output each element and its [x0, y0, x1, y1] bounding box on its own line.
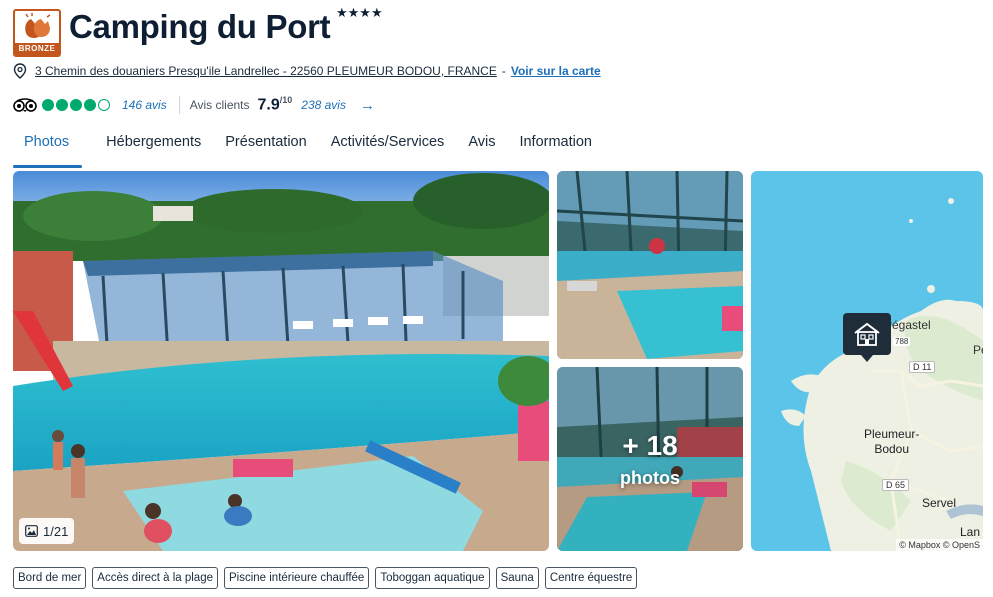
- location-pin-icon: [13, 63, 27, 79]
- rating-bubble-filled: [84, 99, 96, 111]
- map-label-tregastel: régastel: [888, 318, 931, 332]
- view-on-map-link[interactable]: Voir sur la carte: [511, 64, 601, 78]
- section-tabs: Photos Hébergements Présentation Activit…: [13, 128, 616, 168]
- image-icon: [25, 525, 38, 537]
- rating-bubble-filled: [42, 99, 54, 111]
- address-link[interactable]: 3 Chemin des douaniers Presqu'ile Landre…: [35, 64, 497, 78]
- arrow-right-icon[interactable]: →: [360, 97, 375, 114]
- amenity-tag: Toboggan aquatique: [375, 567, 490, 589]
- more-photos-label: photos: [620, 467, 680, 488]
- map-label-lan: Lan: [960, 525, 981, 539]
- tripadvisor-reviews-link[interactable]: 146 avis: [122, 98, 167, 112]
- rating-row: 146 avis Avis clients 7.9/10 238 avis →: [13, 95, 375, 115]
- clapping-hands-icon: [15, 11, 59, 43]
- map-marker-pointer: [861, 355, 873, 362]
- rating-bubble-filled: [70, 99, 82, 111]
- map-label-d65: D 65: [882, 479, 910, 491]
- map-label-pleumeur: Pleumeur-: [864, 427, 920, 441]
- score-value: 7.9: [257, 96, 280, 114]
- tab-information[interactable]: Information: [519, 128, 592, 168]
- map-attribution: © Mapbox © OpenS: [896, 539, 983, 551]
- address-row: 3 Chemin des douaniers Presqu'ile Landre…: [13, 62, 601, 80]
- side-photo-1[interactable]: [557, 171, 743, 359]
- amenity-tag: Piscine intérieure chauffée: [223, 567, 370, 589]
- rating-bubble-empty: [98, 99, 110, 111]
- tab-hebergements[interactable]: Hébergements: [106, 128, 201, 168]
- divider: [178, 96, 180, 114]
- address-separator: -: [501, 64, 506, 78]
- photo-counter-text: 1/21: [43, 523, 69, 539]
- client-reviews-link[interactable]: 238 avis: [301, 98, 346, 112]
- photo-counter: 1/21: [19, 518, 75, 544]
- client-score: 7.9/10: [258, 95, 293, 114]
- map-label-d11: D 11: [909, 361, 936, 373]
- tab-photos[interactable]: Photos: [13, 128, 83, 168]
- tab-presentation[interactable]: Présentation: [225, 128, 306, 168]
- client-reviews-label: Avis clients: [189, 98, 250, 112]
- location-map[interactable]: régastel 788 D 11 Pe Pleumeur- Bodou D 6…: [751, 171, 983, 551]
- map-label-pe: Pe: [973, 343, 983, 357]
- page-title: Camping du Port: [69, 8, 331, 45]
- map-label-bodou: Bodou: [874, 442, 910, 456]
- badge-label: BRONZE: [15, 43, 59, 55]
- map-label-d788: 788: [893, 337, 911, 346]
- amenity-tag: Centre équestre: [544, 567, 638, 589]
- campsite-house-icon[interactable]: [843, 313, 891, 355]
- amenity-tag: Accès direct à la plage: [92, 567, 218, 589]
- map-label-pleumeur-bodou: Pleumeur- Bodou: [864, 427, 919, 457]
- amenity-tag: Sauna: [495, 567, 539, 589]
- more-photos-button[interactable]: + 18 photos: [557, 367, 743, 551]
- star-rating: ★★★★: [336, 5, 383, 20]
- rating-bubble-filled: [56, 99, 68, 111]
- map-label-servel: Servel: [922, 496, 957, 510]
- main-photo[interactable]: [13, 171, 549, 551]
- more-photos-count: + 18: [622, 429, 678, 461]
- tripadvisor-owl-icon: [13, 98, 37, 112]
- score-max: /10: [279, 95, 293, 106]
- tab-avis[interactable]: Avis: [468, 128, 495, 168]
- amenity-tags: Bord de mer Accès direct à la plage Pisc…: [13, 567, 643, 589]
- amenity-tag: Bord de mer: [13, 567, 87, 589]
- tab-activites-services[interactable]: Activités/Services: [331, 128, 445, 168]
- bronze-award-badge: BRONZE: [13, 9, 61, 57]
